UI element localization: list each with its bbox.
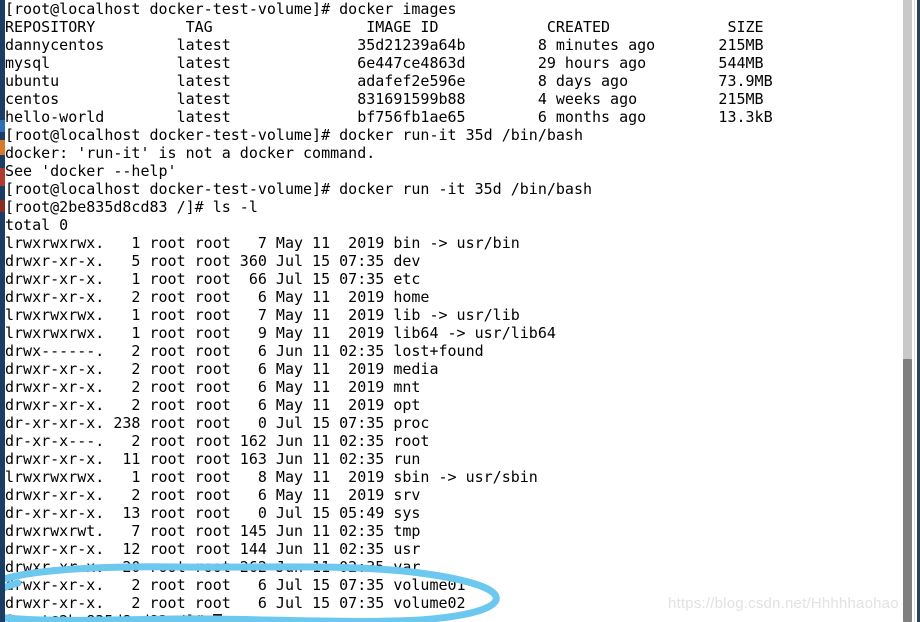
listing-row: drwxr-xr-x. 12 root root 144 Jun 11 02:3…: [5, 540, 421, 558]
left-edge-gutter: [0, 0, 5, 622]
listing-row: drwxr-xr-x. 2 root root 6 May 11 2019 me…: [5, 360, 439, 378]
listing-row: lrwxrwxrwx. 1 root root 7 May 11 2019 bi…: [5, 234, 520, 252]
table-row: hello-world latest bf756fb1ae65 6 months…: [5, 108, 773, 126]
current-prompt-line[interactable]: [root@2be835d8cd83 /]#: [5, 612, 900, 622]
text-cursor: [212, 614, 222, 622]
listing-row: drwxr-xr-x. 5 root root 360 Jul 15 07:35…: [5, 252, 421, 270]
listing-row: lrwxrwxrwx. 1 root root 8 May 11 2019 sb…: [5, 468, 538, 486]
listing-row: drwxr-xr-x. 2 root root 6 May 11 2019 sr…: [5, 486, 421, 504]
table-row: mysql latest 6e447ce4863d 29 hours ago 5…: [5, 54, 764, 72]
listing-row: drwxr-xr-x. 11 root root 163 Jun 11 02:3…: [5, 450, 421, 468]
listing-row: drwxr-xr-x. 20 root root 262 Jun 11 02:3…: [5, 558, 421, 576]
error-message: docker: 'run-it' is not a docker command…: [5, 144, 376, 162]
listing-row: drwxr-xr-x. 1 root root 66 Jul 15 07:35 …: [5, 270, 421, 288]
terminal-window: [root@localhost docker-test-volume]# doc…: [0, 0, 920, 622]
listing-row: drwxr-xr-x. 2 root root 6 May 11 2019 op…: [5, 396, 421, 414]
table-row: centos latest 831691599b88 4 weeks ago 2…: [5, 90, 764, 108]
listing-row: drwxr-xr-x. 2 root root 6 May 11 2019 ho…: [5, 288, 430, 306]
listing-row: dr-xr-xr-x. 13 root root 0 Jul 15 05:49 …: [5, 504, 421, 522]
terminal-line: total 0: [5, 216, 69, 234]
listing-row: drwxrwxrwt. 7 root root 145 Jun 11 02:35…: [5, 522, 421, 540]
terminal-line: [root@localhost docker-test-volume]# doc…: [5, 180, 592, 198]
scrollbar-thumb[interactable]: [903, 359, 912, 622]
listing-row: drwx------. 2 root root 6 Jun 11 02:35 l…: [5, 342, 484, 360]
terminal-line: [root@localhost docker-test-volume]# doc…: [5, 126, 583, 144]
listing-row-volume01: drwxr-xr-x. 2 root root 6 Jul 15 07:35 v…: [5, 576, 466, 594]
prompt-text: [root@2be835d8cd83 /]#: [5, 612, 213, 622]
table-row: ubuntu latest adafef2e596e 8 days ago 73…: [5, 72, 773, 90]
terminal-line: [root@2be835d8cd83 /]# ls -l: [5, 198, 258, 216]
help-hint: See 'docker --help': [5, 162, 177, 180]
listing-row: dr-xr-x---. 2 root root 162 Jun 11 02:35…: [5, 432, 430, 450]
listing-row: dr-xr-xr-x. 238 root root 0 Jul 15 07:35…: [5, 414, 430, 432]
terminal-line: [root@localhost docker-test-volume]# doc…: [5, 0, 457, 18]
listing-row: drwxr-xr-x. 2 root root 6 May 11 2019 mn…: [5, 378, 421, 396]
window-right-edge: [914, 0, 920, 622]
table-header-row: REPOSITORY TAG IMAGE ID CREATED SIZE: [5, 18, 764, 36]
listing-row: lrwxrwxrwx. 1 root root 9 May 11 2019 li…: [5, 324, 556, 342]
vertical-scrollbar[interactable]: [901, 0, 914, 622]
watermark-text: https://blog.csdn.net/Hhhhhaohao: [668, 595, 899, 612]
table-row: dannycentos latest 35d21239a64b 8 minute…: [5, 36, 764, 54]
listing-row: lrwxrwxrwx. 1 root root 7 May 11 2019 li…: [5, 306, 520, 324]
terminal-output[interactable]: [root@localhost docker-test-volume]# doc…: [5, 0, 900, 622]
